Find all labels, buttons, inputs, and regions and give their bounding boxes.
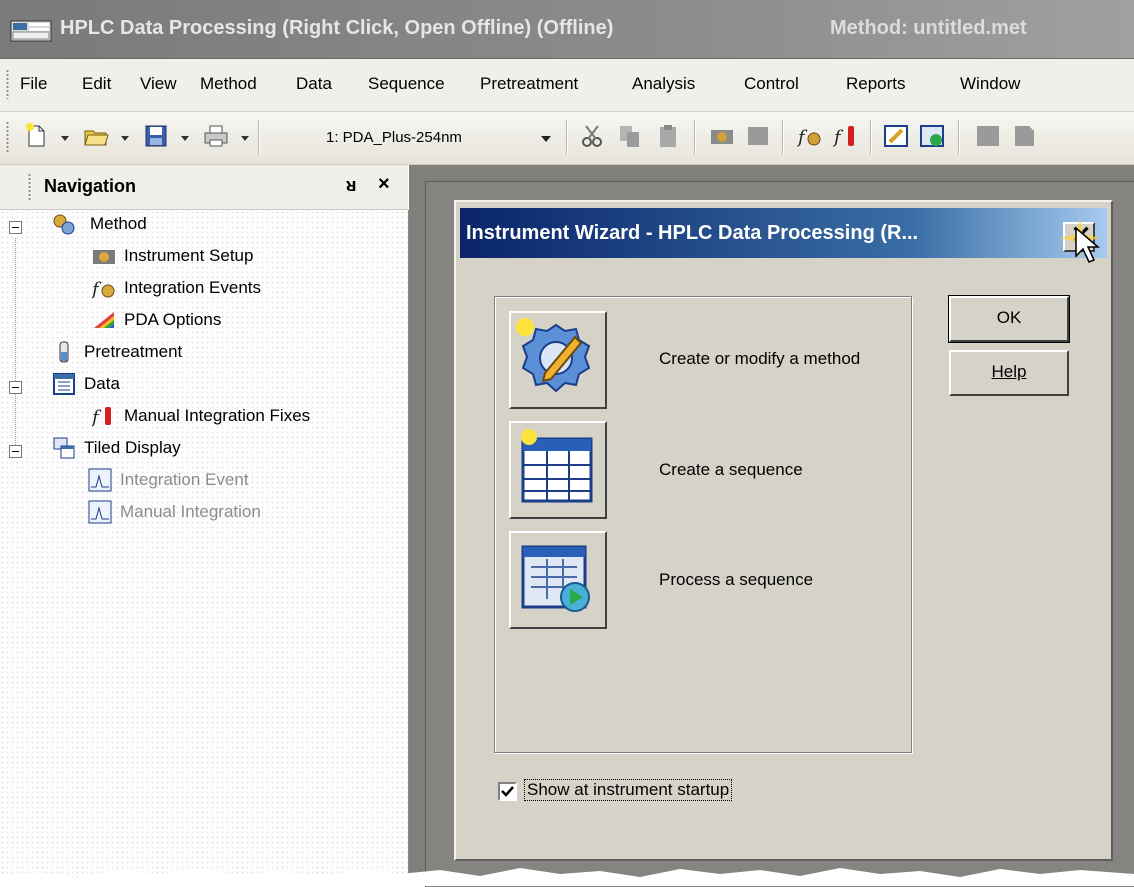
ok-button[interactable]: OK — [948, 295, 1070, 343]
sequence-table-icon — [521, 429, 593, 503]
navigation-title: Navigation — [44, 176, 137, 196]
copy-icon[interactable] — [616, 122, 644, 150]
instrument-combo-value: 1: PDA_Plus-254nm — [326, 129, 462, 146]
toolbar-separator — [258, 120, 259, 154]
paste-icon[interactable] — [654, 122, 682, 150]
menu-file[interactable]: File — [20, 74, 47, 94]
menubar-grip[interactable] — [6, 69, 9, 99]
show-at-startup-checkbox[interactable] — [498, 782, 517, 801]
manual-integration-icon[interactable]: f — [832, 122, 860, 150]
integration-events-icon: f — [92, 279, 115, 300]
disabled-document-icon[interactable] — [1010, 122, 1038, 150]
menu-analysis[interactable]: Analysis — [632, 74, 695, 94]
menu-edit[interactable]: Edit — [82, 74, 111, 94]
pda-spectrum-icon — [94, 312, 114, 328]
data-table-icon — [53, 373, 75, 395]
instrument-combo[interactable]: 1: PDA_Plus-254nm — [318, 121, 560, 155]
help-button[interactable]: Help — [949, 350, 1069, 396]
svg-text:f: f — [92, 279, 102, 300]
toolbar-separator — [958, 120, 959, 154]
menu-window[interactable]: Window — [960, 74, 1020, 94]
instrument-wizard-dialog: Instrument Wizard - HPLC Data Processing… — [454, 200, 1113, 861]
dialog-title-bar[interactable]: Instrument Wizard - HPLC Data Processing… — [460, 208, 1107, 263]
save-icon[interactable] — [142, 122, 170, 150]
pin-icon[interactable]: ᴚ — [346, 175, 357, 196]
create-sequence-label: Create a sequence — [659, 460, 803, 479]
test-tube-icon — [59, 341, 69, 363]
tiled-display-expander[interactable] — [9, 445, 22, 458]
task-group-box: Create or modify a method Create a seque… — [494, 296, 912, 753]
menu-data[interactable]: Data — [296, 74, 332, 94]
new-dropdown-arrow[interactable] — [61, 136, 69, 141]
print-icon[interactable] — [202, 122, 230, 150]
create-method-button[interactable] — [509, 311, 607, 409]
menu-pretreatment[interactable]: Pretreatment — [480, 74, 578, 94]
run-sequence-icon[interactable] — [918, 122, 946, 150]
tree-line — [15, 238, 16, 456]
navigation-tree: Method Instrument Setup f Integration Ev… — [0, 210, 409, 886]
toolbar: f f — [0, 112, 1134, 165]
menu-bar: File Edit View Method Data Sequence Pret… — [0, 59, 1134, 112]
data-expander[interactable] — [9, 381, 22, 394]
menu-view[interactable]: View — [140, 74, 177, 94]
process-sequence-icon — [521, 545, 590, 612]
integration-events-icon[interactable]: f — [796, 122, 824, 150]
menu-reports[interactable]: Reports — [846, 74, 906, 94]
window-title: HPLC Data Processing (Right Click, Open … — [60, 17, 614, 39]
show-at-startup-label[interactable]: Show at instrument startup — [524, 779, 733, 801]
instrument-setup-icon[interactable] — [708, 122, 736, 150]
method-name: Method: untitled.met — [830, 17, 1027, 39]
method-block-icon[interactable] — [744, 122, 772, 150]
open-folder-icon[interactable] — [82, 122, 110, 150]
navigation-grip[interactable] — [28, 173, 31, 201]
toolbar-separator — [782, 120, 783, 154]
manual-integration-chart-icon — [88, 500, 112, 524]
checkmark-icon — [501, 786, 514, 797]
edit-sequence-icon[interactable] — [882, 122, 910, 150]
title-bar: HPLC Data Processing (Right Click, Open … — [0, 0, 1134, 59]
process-sequence-button[interactable] — [509, 531, 607, 629]
chevron-down-icon[interactable] — [541, 136, 551, 142]
open-dropdown-arrow[interactable] — [121, 136, 129, 141]
navigation-header: Navigation ᴚ × — [0, 165, 408, 210]
process-sequence-label: Process a sequence — [659, 570, 814, 589]
svg-text:f: f — [832, 127, 844, 148]
menu-control[interactable]: Control — [744, 74, 799, 94]
method-gear-pencil-icon — [516, 318, 591, 393]
cut-icon[interactable] — [578, 122, 606, 150]
manual-integration-icon: f — [92, 407, 111, 428]
dialog-title: Instrument Wizard - HPLC Data Processing… — [466, 222, 919, 244]
svg-text:f: f — [92, 407, 102, 428]
app-icon — [10, 20, 52, 42]
instrument-setup-icon — [93, 250, 115, 264]
menu-sequence[interactable]: Sequence — [368, 74, 445, 94]
close-icon[interactable]: × — [378, 173, 390, 196]
toolbar-separator — [566, 120, 567, 154]
toolbar-separator — [870, 120, 871, 154]
print-dropdown-arrow[interactable] — [241, 136, 249, 141]
torn-edge — [0, 868, 1134, 886]
integration-event-chart-icon — [88, 468, 112, 492]
tiled-display-icon — [53, 437, 75, 459]
save-dropdown-arrow[interactable] — [181, 136, 189, 141]
create-method-label: Create or modify a method — [659, 349, 861, 368]
new-file-icon[interactable] — [22, 122, 50, 150]
method-gears-icon — [53, 214, 75, 235]
method-expander[interactable] — [9, 221, 22, 234]
create-sequence-button[interactable] — [509, 421, 607, 519]
toolbar-separator — [694, 120, 695, 154]
mouse-cursor-icon — [1075, 226, 1101, 263]
svg-text:f: f — [796, 127, 808, 148]
toolbar-grip[interactable] — [6, 121, 9, 153]
disabled-tool-icon[interactable] — [974, 122, 1002, 150]
menu-method[interactable]: Method — [200, 74, 257, 94]
